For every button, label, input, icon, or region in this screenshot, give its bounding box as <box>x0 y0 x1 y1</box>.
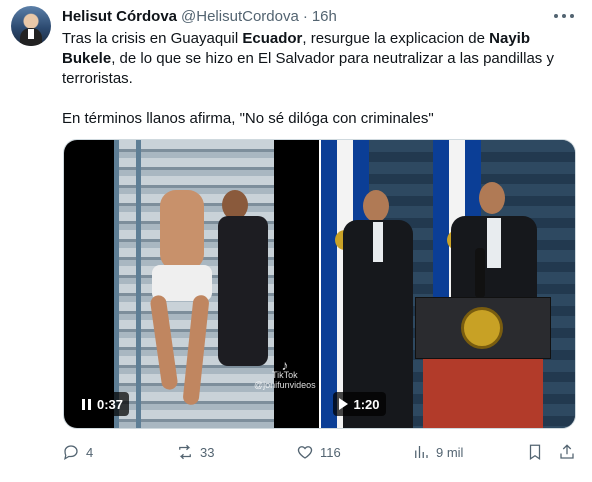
text-bold-ecuador: Ecuador <box>242 30 303 47</box>
repost-button[interactable]: 33 <box>176 441 214 463</box>
text-segment: , de lo que se hizo en El Salvador para … <box>111 50 554 67</box>
avatar-shirt <box>28 29 34 39</box>
reply-icon <box>64 445 78 461</box>
share-icon <box>560 444 574 459</box>
tiktok-logo-icon: ♪ <box>281 357 289 373</box>
more-options-icon[interactable] <box>554 8 574 24</box>
author-handle[interactable]: @HelisutCordova <box>181 8 299 25</box>
reply-button[interactable]: 4 <box>62 441 93 463</box>
like-count: 116 <box>320 444 341 460</box>
tweet-actions: 4 33 116 9 mil <box>62 441 578 463</box>
header-separator: · <box>302 7 308 25</box>
bookmark-button[interactable] <box>526 441 544 463</box>
tweet-timestamp[interactable]: 16h <box>312 8 337 25</box>
text-bold-nayib: Nayib <box>489 30 531 47</box>
views-button[interactable]: 9 mil <box>412 441 463 463</box>
video-1-figure <box>149 180 222 410</box>
author-name[interactable]: Helisut Córdova <box>62 8 177 25</box>
share-button[interactable] <box>558 441 576 463</box>
podium-crest <box>460 307 503 349</box>
tiktok-watermark: ♪ TikTok @jonifunvideos <box>254 357 316 390</box>
video-2-duration[interactable]: 1:20 <box>332 392 386 416</box>
media-grid: ♪ TikTok @jonifunvideos 0:37 1:20 <box>63 139 576 429</box>
video-1-time: 0:37 <box>97 396 124 412</box>
tweet-header: Helisut Córdova @HelisutCordova · 16h <box>62 6 582 26</box>
video-2[interactable]: 1:20 <box>320 140 575 428</box>
views-icon <box>415 446 428 458</box>
author-avatar[interactable] <box>11 6 51 46</box>
repost-count: 33 <box>200 444 215 460</box>
tiktok-username: @jonifunvideos <box>254 380 316 390</box>
podium <box>414 297 551 428</box>
like-button[interactable]: 116 <box>296 441 341 463</box>
text-segment: Tras la crisis en Guayaquil <box>62 30 243 47</box>
video-1-duration[interactable]: 0:37 <box>76 392 130 416</box>
tweet-text-line: Bukele, de lo que se hizo en El Salvador… <box>62 49 577 69</box>
text-segment: , resurgue la explicacion de <box>302 30 490 47</box>
heart-icon <box>297 446 313 459</box>
play-icon[interactable] <box>338 398 348 410</box>
video-2-time: 1:20 <box>353 396 380 412</box>
reply-count: 4 <box>86 444 94 460</box>
video-1[interactable]: ♪ TikTok @jonifunvideos 0:37 <box>64 140 319 428</box>
bookmark-icon <box>529 444 541 460</box>
tiktok-logo-text: TikTok <box>272 370 298 380</box>
pause-icon[interactable] <box>82 398 91 410</box>
microphone <box>474 248 485 298</box>
video-1-figure <box>214 190 274 370</box>
views-count: 9 mil <box>436 444 464 460</box>
tweet-quote-line: En términos llanos afirma, "No sé dilóga… <box>62 110 434 127</box>
tweet-text: Tras la crisis en Guayaquil Ecuador, res… <box>62 29 577 129</box>
text-bold-bukele: Bukele <box>62 50 112 67</box>
tweet-text-line: terroristas. <box>62 70 133 87</box>
tweet-text-line: Tras la crisis en Guayaquil Ecuador, res… <box>62 29 577 49</box>
repost-icon <box>179 444 191 460</box>
